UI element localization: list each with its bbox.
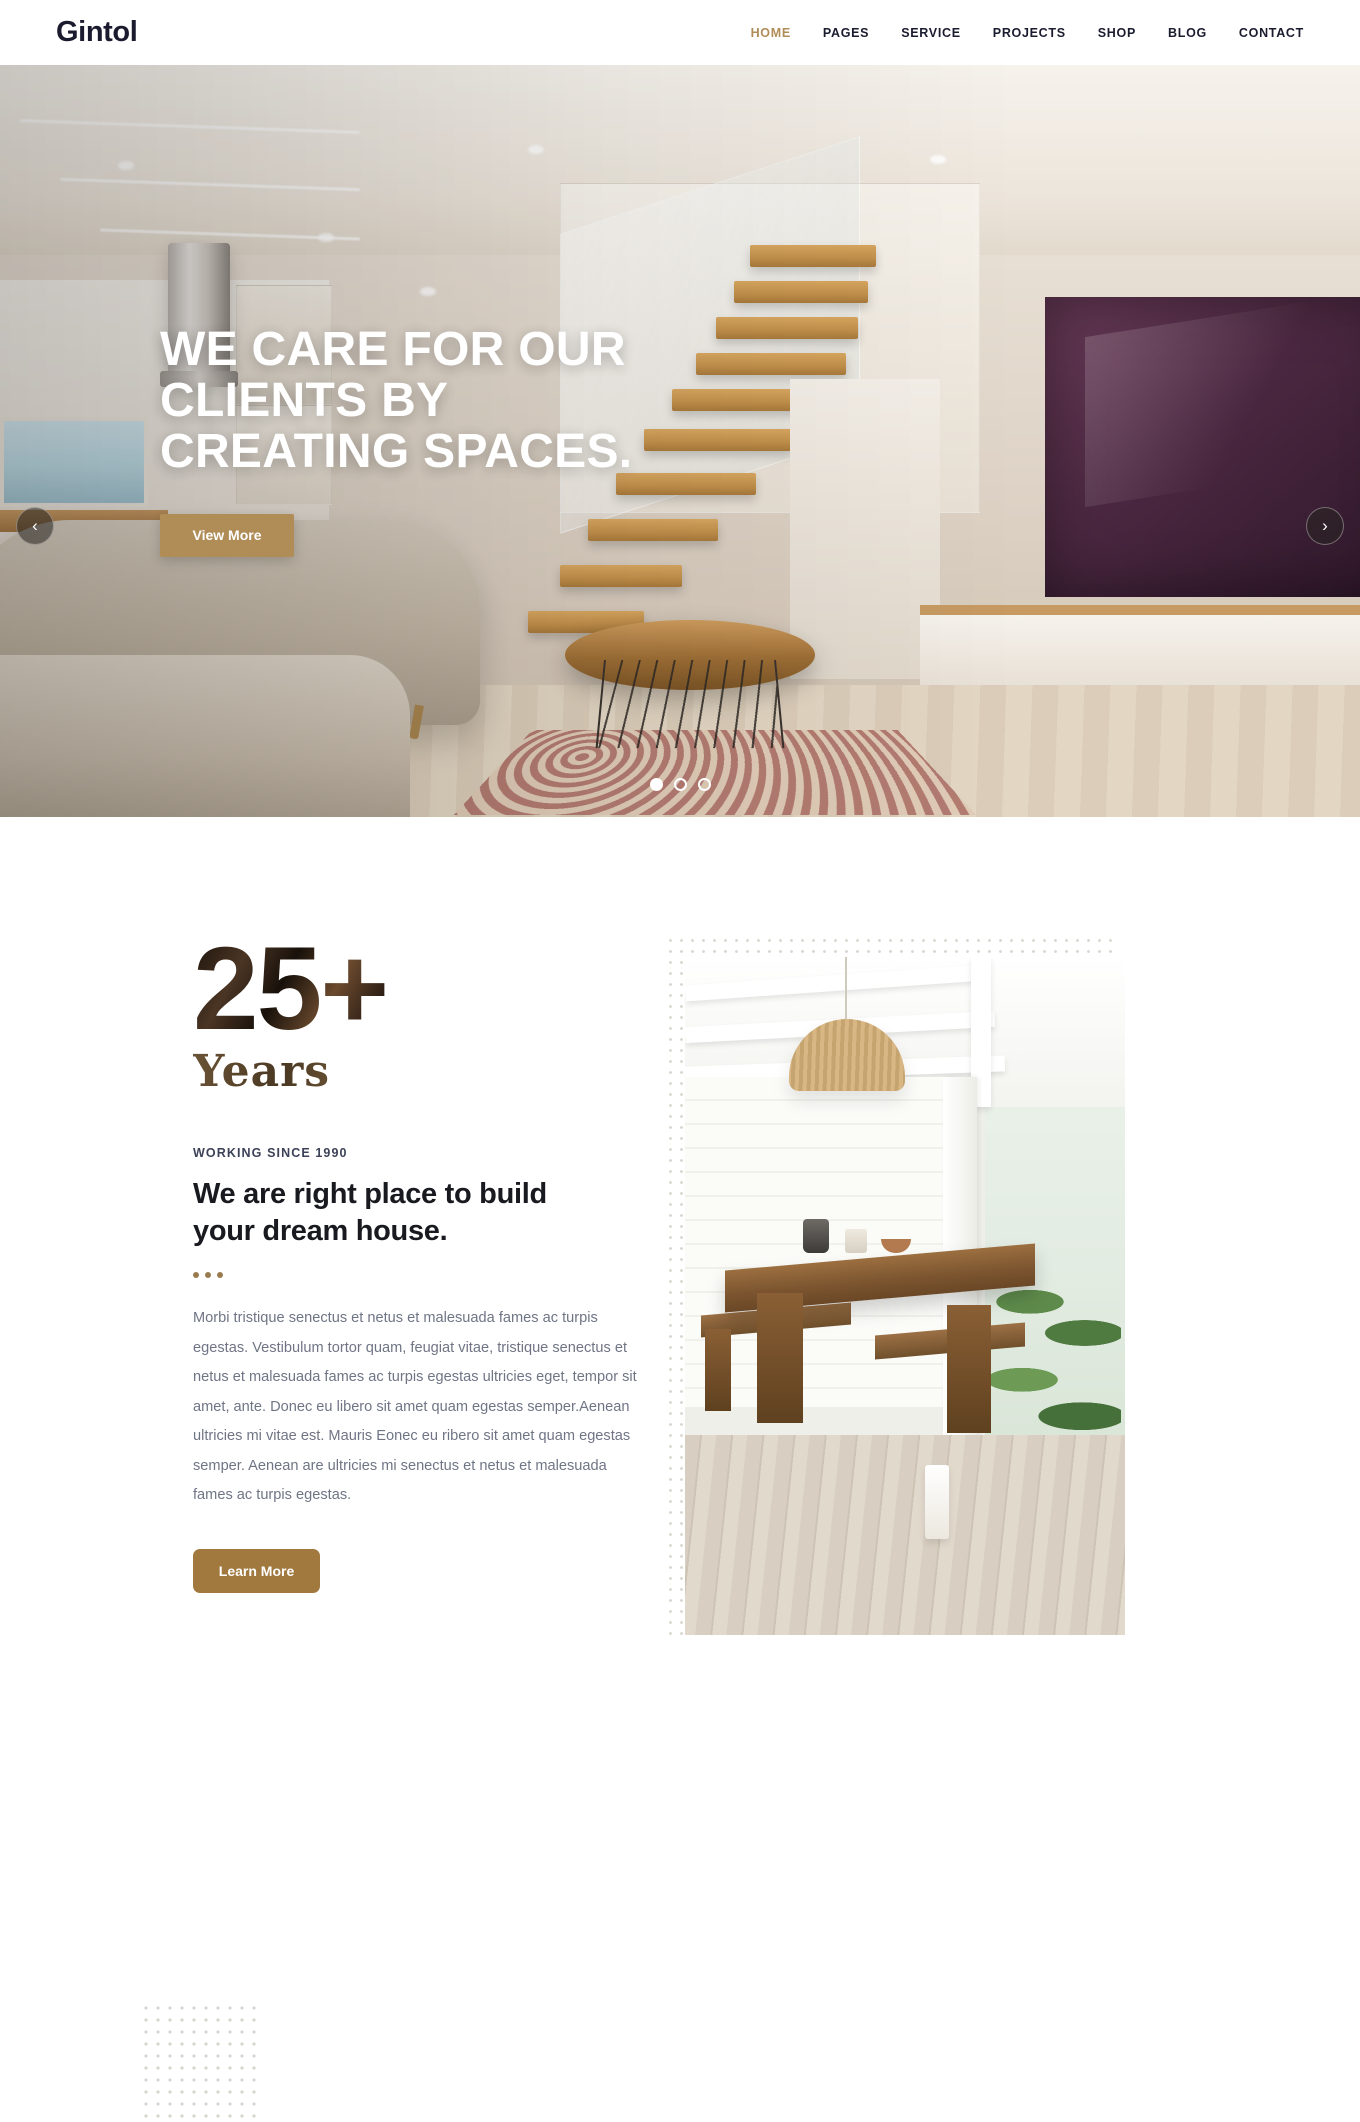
carousel-next-arrow-icon[interactable]: › bbox=[1306, 507, 1344, 545]
about-learn-more-button[interactable]: Learn More bbox=[193, 1548, 320, 1593]
about-section: 25+ Years WORKING SINCE 1990 We are righ… bbox=[0, 817, 1360, 2122]
nav-item-pages[interactable]: PAGES bbox=[823, 26, 869, 40]
about-eyebrow: WORKING SINCE 1990 bbox=[193, 1145, 348, 1160]
divider-dots-icon bbox=[193, 1272, 655, 1279]
experience-years-label: Years bbox=[193, 1049, 655, 1094]
nav-item-contact[interactable]: CONTACT bbox=[1239, 26, 1304, 40]
hero-slider: WE CARE FOR OUR CLIENTS BY CREATING SPAC… bbox=[0, 65, 1360, 817]
experience-badge: 25+ Years bbox=[193, 930, 655, 1094]
about-heading: We are right place to build your dream h… bbox=[193, 1177, 547, 1247]
about-interior-image bbox=[685, 957, 1125, 1635]
decorative-dot-pattern-left bbox=[140, 2002, 260, 2122]
about-paragraph: Morbi tristique senectus et netus et mal… bbox=[193, 1310, 637, 1504]
hero-content: WE CARE FOR OUR CLIENTS BY CREATING SPAC… bbox=[0, 65, 1360, 817]
nav-item-shop[interactable]: SHOP bbox=[1098, 26, 1136, 40]
nav-item-projects[interactable]: PROJECTS bbox=[993, 26, 1066, 40]
carousel-pagination bbox=[0, 778, 1360, 791]
about-text-column: 25+ Years WORKING SINCE 1990 We are righ… bbox=[0, 930, 655, 1593]
main-navigation: HOME PAGES SERVICE PROJECTS SHOP BLOG CO… bbox=[751, 26, 1304, 40]
nav-item-service[interactable]: SERVICE bbox=[901, 26, 961, 40]
carousel-dot-3[interactable] bbox=[697, 778, 711, 791]
nav-item-blog[interactable]: BLOG bbox=[1168, 26, 1207, 40]
carousel-dot-2[interactable] bbox=[673, 778, 687, 791]
nav-item-home[interactable]: HOME bbox=[751, 26, 791, 40]
site-header: Gintol HOME PAGES SERVICE PROJECTS SHOP … bbox=[0, 0, 1360, 65]
brand-logo[interactable]: Gintol bbox=[56, 16, 138, 49]
hero-view-more-button[interactable]: View More bbox=[160, 513, 294, 557]
experience-years-number: 25+ bbox=[193, 930, 655, 1048]
hero-title: WE CARE FOR OUR CLIENTS BY CREATING SPAC… bbox=[160, 323, 633, 478]
carousel-dot-1[interactable] bbox=[649, 778, 663, 791]
carousel-prev-arrow-icon[interactable]: ‹ bbox=[16, 507, 54, 545]
